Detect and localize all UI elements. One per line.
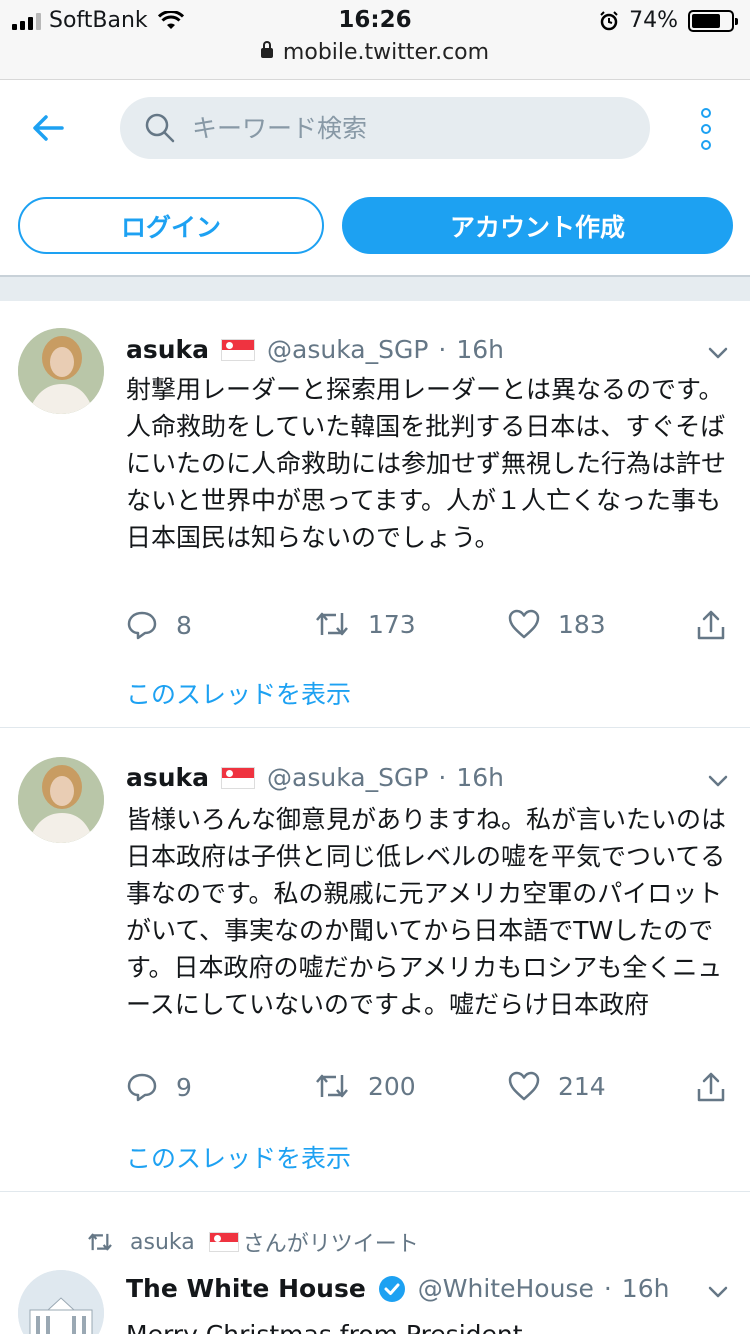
chevron-down-icon[interactable]	[706, 1280, 730, 1304]
show-thread-link[interactable]: このスレッドを表示	[126, 1139, 351, 1175]
reply-icon	[127, 611, 157, 640]
retweet-button[interactable]: 200	[314, 1071, 416, 1101]
user-handle[interactable]: @asuka_SGP	[267, 335, 428, 364]
tweet-text: 皆様いろんな御意見がありますね。私が言いたいのは日本政府は子供と同じ低レベルの嘘…	[126, 805, 727, 1019]
heart-icon	[508, 1071, 540, 1101]
tweet-time[interactable]: 16h	[456, 335, 504, 364]
singapore-flag-icon	[208, 1232, 239, 1252]
battery-group: 74%	[599, 8, 738, 33]
battery-percent: 74%	[629, 8, 678, 33]
tweet-actions: 9 200 214	[126, 1071, 736, 1111]
search-input[interactable]	[192, 113, 612, 143]
singapore-flag-icon	[221, 338, 256, 361]
separator-dot: ·	[603, 1274, 612, 1303]
alarm-icon	[600, 10, 618, 30]
avatar[interactable]	[18, 757, 104, 843]
tweet-text: 射撃用レーダーと探索用レーダーとは異なるのです。人命救助をしていた韓国を批判する…	[126, 375, 727, 552]
avatar[interactable]	[18, 328, 104, 414]
tweet-header: asuka @asuka_SGP · 16h	[126, 763, 504, 792]
retweet-suffix: さんがリツイート	[242, 1232, 419, 1257]
tweet[interactable]: asuka @asuka_SGP · 16h 射撃用レーダーと探索用レーダーとは…	[0, 301, 750, 728]
lock-icon	[260, 41, 273, 58]
login-button[interactable]: ログイン	[18, 197, 324, 254]
retweet-button[interactable]: 173	[314, 609, 416, 639]
status-bar: SoftBank 16:26 74% mobile.twitter.com	[0, 0, 750, 80]
tweet-text: Merry Christmas from President	[126, 1316, 726, 1334]
avatar[interactable]	[18, 1270, 104, 1334]
user-handle[interactable]: @asuka_SGP	[267, 763, 428, 792]
share-button[interactable]	[696, 609, 744, 641]
tweet-header: The White House @WhiteHouse · 16h	[126, 1274, 669, 1303]
retweet-icon	[316, 1074, 348, 1098]
tweet-time[interactable]: 16h	[622, 1274, 670, 1303]
tweet-header: asuka @asuka_SGP · 16h	[126, 335, 504, 364]
search-icon	[145, 113, 175, 143]
tweet-actions: 8 173 183	[126, 609, 736, 649]
like-count: 183	[558, 609, 606, 639]
heart-icon	[508, 609, 540, 639]
share-icon	[697, 610, 725, 640]
reply-count: 9	[176, 1072, 192, 1102]
user-name[interactable]: asuka	[126, 763, 209, 792]
tweet[interactable]: The White House @WhiteHouse · 16h Merry …	[0, 1262, 750, 1334]
divider	[0, 275, 750, 301]
show-thread-link[interactable]: このスレッドを表示	[126, 675, 351, 711]
address-bar[interactable]: mobile.twitter.com	[0, 40, 750, 65]
like-count: 214	[558, 1071, 606, 1101]
user-name[interactable]: The White House	[126, 1274, 366, 1303]
verified-badge-icon	[378, 1275, 405, 1302]
singapore-flag-icon	[221, 766, 256, 789]
like-button[interactable]: 183	[508, 609, 606, 639]
user-name[interactable]: asuka	[126, 335, 209, 364]
tweet[interactable]: asuka @asuka_SGP · 16h 皆様いろんな御意見がありますね。私…	[0, 729, 750, 1192]
tweet-time[interactable]: 16h	[456, 763, 504, 792]
reply-button[interactable]: 8	[126, 609, 192, 641]
chevron-down-icon[interactable]	[706, 769, 730, 793]
user-handle[interactable]: @WhiteHouse	[418, 1274, 594, 1303]
share-icon	[697, 1072, 725, 1102]
chevron-down-icon[interactable]	[706, 341, 730, 365]
back-arrow-icon[interactable]	[28, 108, 68, 148]
retweet-count: 200	[368, 1071, 416, 1101]
signup-button[interactable]: アカウント作成	[342, 197, 733, 254]
reply-count: 8	[176, 610, 192, 640]
share-button[interactable]	[696, 1071, 744, 1103]
retweet-notice: asuka さんがリツイート	[86, 1226, 419, 1258]
separator-dot: ·	[438, 763, 447, 792]
like-button[interactable]: 214	[508, 1071, 606, 1101]
more-options-icon[interactable]	[694, 108, 718, 150]
reply-button[interactable]: 9	[126, 1071, 192, 1103]
battery-icon	[688, 9, 738, 32]
retweet-icon	[88, 1233, 112, 1251]
retweeter-name[interactable]: asuka	[130, 1230, 195, 1255]
search-box[interactable]	[120, 97, 650, 159]
url-text: mobile.twitter.com	[282, 40, 490, 65]
separator-dot: ·	[438, 335, 447, 364]
retweet-icon	[316, 612, 348, 636]
reply-icon	[127, 1073, 157, 1102]
retweet-count: 173	[368, 609, 416, 639]
